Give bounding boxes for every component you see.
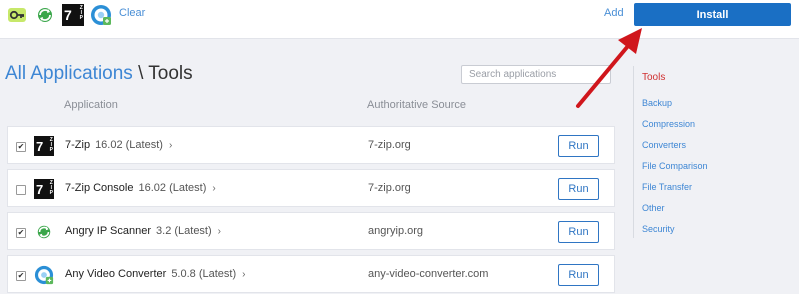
- app-source: 7-zip.org: [368, 139, 411, 151]
- run-button[interactable]: Run: [558, 178, 599, 200]
- app-version: 3.2 (Latest): [156, 225, 212, 237]
- app-link[interactable]: 7-Zip 16.02 (Latest) ›: [65, 139, 172, 151]
- app-link[interactable]: 7-Zip Console 16.02 (Latest) ›: [65, 182, 216, 194]
- chevron-right-icon: ›: [212, 183, 216, 194]
- category-other[interactable]: Other: [642, 203, 665, 213]
- column-header-application[interactable]: Application: [64, 99, 118, 111]
- row-checkbox[interactable]: [16, 185, 26, 195]
- angry-ip-scanner-icon: [34, 222, 54, 242]
- app-version: 5.0.8 (Latest): [171, 268, 237, 280]
- category-rail: [633, 66, 634, 238]
- app-name: 7-Zip Console: [65, 182, 134, 194]
- app-version: 16.02 (Latest): [138, 182, 207, 194]
- app-link[interactable]: Any Video Converter 5.0.8 (Latest) ›: [65, 268, 245, 280]
- run-button[interactable]: Run: [558, 135, 599, 157]
- app-source: angryip.org: [368, 225, 424, 237]
- row-checkbox[interactable]: ✔: [16, 271, 26, 281]
- category-active[interactable]: Tools: [642, 72, 665, 83]
- category-file-transfer[interactable]: File Transfer: [642, 182, 692, 192]
- 7zip-icon[interactable]: 7ZIP: [62, 4, 84, 26]
- column-header-source[interactable]: Authoritative Source: [367, 99, 466, 111]
- breadcrumb-current: Tools: [148, 63, 193, 84]
- table-row: ✔ 7ZIP 7-Zip 16.02 (Latest) › 7-zip.org Ru…: [7, 126, 615, 164]
- category-backup[interactable]: Backup: [642, 98, 672, 108]
- run-button[interactable]: Run: [558, 264, 599, 286]
- row-checkbox[interactable]: ✔: [16, 228, 26, 238]
- run-button[interactable]: Run: [558, 221, 599, 243]
- app-name: 7-Zip: [65, 139, 91, 151]
- add-link[interactable]: Add: [604, 7, 624, 19]
- category-security[interactable]: Security: [642, 224, 675, 234]
- install-button[interactable]: Install: [634, 3, 791, 26]
- table-row: ✔ Angry IP Scanner 3.2 (Latest) › angryip.…: [7, 212, 615, 250]
- row-checkbox[interactable]: ✔: [16, 142, 26, 152]
- app-source: 7-zip.org: [368, 182, 411, 194]
- clear-link[interactable]: Clear: [119, 7, 145, 19]
- key-icon[interactable]: [6, 4, 28, 26]
- app-link[interactable]: Angry IP Scanner 3.2 (Latest) ›: [65, 225, 221, 237]
- page-title: All Applications \ Tools: [5, 63, 193, 85]
- table-row: ✔ Any Video Converter 5.0.8 (Latest) › any…: [7, 255, 615, 293]
- any-video-converter-icon: [34, 265, 54, 285]
- angry-ip-scanner-icon[interactable]: [34, 4, 56, 26]
- chevron-right-icon: ›: [217, 226, 221, 237]
- app-name: Angry IP Scanner: [65, 225, 152, 237]
- 7zip-icon: 7ZIP: [34, 136, 54, 156]
- app-source: any-video-converter.com: [368, 268, 489, 280]
- table-row: 7ZIP 7-Zip Console 16.02 (Latest) › 7-zip.…: [7, 169, 615, 207]
- breadcrumb-root-link[interactable]: All Applications: [5, 63, 133, 84]
- any-video-converter-icon[interactable]: [90, 4, 112, 26]
- search-input[interactable]: [461, 65, 611, 84]
- breadcrumb-separator: \: [138, 63, 144, 84]
- 7zip-icon: 7ZIP: [34, 179, 54, 199]
- selection-toolbar: 7ZIP Clear Add Install: [0, 0, 799, 39]
- app-version: 16.02 (Latest): [95, 139, 163, 151]
- category-converters[interactable]: Converters: [642, 140, 686, 150]
- category-file-comparison[interactable]: File Comparison: [642, 161, 708, 171]
- chevron-right-icon: ›: [242, 269, 246, 280]
- chevron-right-icon: ›: [168, 140, 173, 151]
- app-name: Any Video Converter: [65, 268, 167, 280]
- category-compression[interactable]: Compression: [642, 119, 695, 129]
